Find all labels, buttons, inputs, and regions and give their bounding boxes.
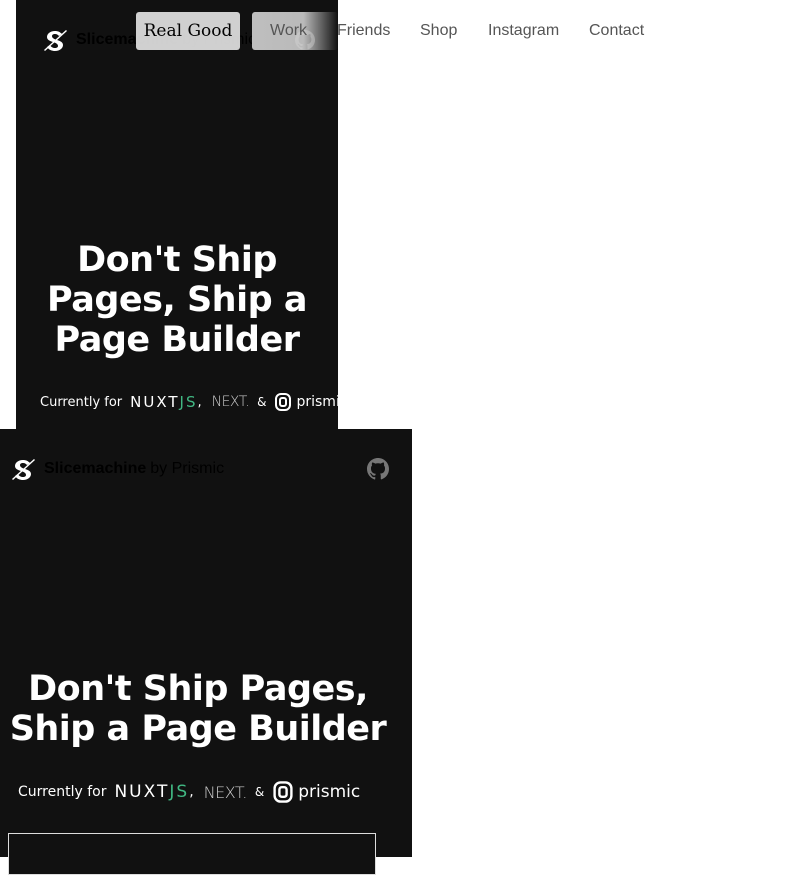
nav-item-friends[interactable]: Friends bbox=[337, 22, 390, 40]
frameworks-line-small: Currently for NUXTJS , NEXT. & prismic bbox=[40, 392, 348, 412]
ampersand: & bbox=[254, 785, 265, 799]
slicemachine-logo-icon bbox=[10, 457, 36, 481]
prismic-logo-icon bbox=[275, 393, 292, 411]
prismic-logo: prismic bbox=[274, 392, 348, 412]
brand-name: Slicemachine bbox=[44, 460, 147, 477]
headline-line: Ship a Page Builder bbox=[9, 709, 387, 749]
hero-headline-small: Don't Ship Pages, Ship a Page Builder bbox=[16, 240, 338, 360]
site-nav: Real Good Work Friends Shop Instagram Co… bbox=[0, 0, 800, 60]
nav-item-shop[interactable]: Shop bbox=[420, 22, 457, 40]
headline-line: Page Builder bbox=[54, 320, 300, 360]
home-button[interactable]: Real Good bbox=[136, 12, 240, 50]
hero-panel-small bbox=[16, 0, 338, 429]
frameworks-line-large: Currently for NUXTJS , NEXT. & prismic bbox=[18, 780, 360, 804]
currently-for-label: Currently for bbox=[40, 394, 123, 410]
headline-line: Pages, Ship a bbox=[47, 280, 307, 320]
brand-by: by Prismic bbox=[150, 460, 225, 477]
nuxt-logo: NUXTJS bbox=[130, 393, 198, 411]
currently-for-label: Currently for bbox=[18, 784, 107, 800]
headline-line: Don't Ship Pages, bbox=[28, 669, 368, 709]
prismic-logo-icon bbox=[273, 781, 293, 803]
comma: , bbox=[189, 784, 194, 800]
brand-large[interactable]: Slicemachine by Prismic bbox=[10, 457, 224, 481]
prismic-logo: prismic bbox=[272, 780, 360, 804]
next-logo: NEXT. bbox=[203, 782, 248, 802]
nuxt-logo: NUXTJS bbox=[114, 782, 190, 802]
headline-line: Don't Ship bbox=[77, 240, 277, 280]
nav-item-instagram[interactable]: Instagram bbox=[488, 22, 559, 40]
nav-item-contact[interactable]: Contact bbox=[589, 22, 644, 40]
next-logo: NEXT. bbox=[211, 394, 250, 410]
ampersand: & bbox=[257, 395, 267, 409]
hero-headline-large: Don't Ship Pages, Ship a Page Builder bbox=[0, 669, 396, 749]
cta-box[interactable] bbox=[8, 833, 376, 875]
comma: , bbox=[197, 394, 202, 410]
nav-item-work[interactable]: Work bbox=[270, 22, 307, 40]
github-icon[interactable] bbox=[367, 458, 389, 480]
